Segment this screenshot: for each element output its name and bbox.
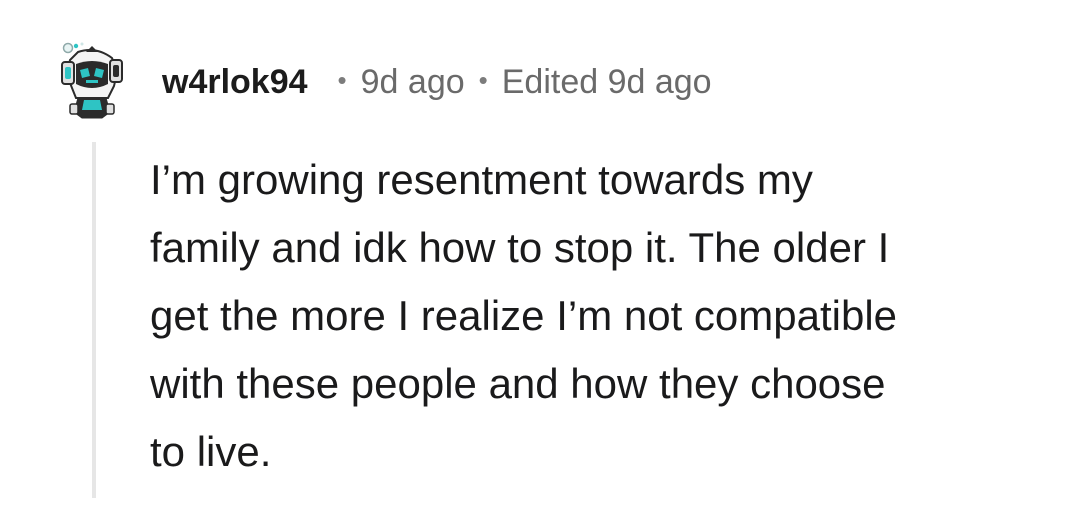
comment-body-line: family and idk how to stop it. The older…: [150, 224, 890, 271]
timestamp[interactable]: 9d ago: [361, 63, 465, 102]
user-avatar[interactable]: [56, 40, 128, 120]
meta-separator: •: [337, 64, 347, 95]
comment-body: I’m growing resentment towards my family…: [150, 146, 1030, 486]
meta-separator: •: [478, 64, 488, 95]
comment-body-line: get the more I realize I’m not compatibl…: [150, 292, 898, 339]
robot-avatar-icon: [61, 42, 123, 119]
edited-label: Edited 9d ago: [501, 62, 712, 101]
comment-meta: w4rlok94 • 9d ago • Edited 9d ago: [162, 56, 712, 108]
comment-body-line: to live.: [150, 428, 272, 475]
thread-collapse-line[interactable]: [92, 142, 96, 498]
comment: w4rlok94 • 9d ago • Edited 9d ago I’m gr…: [0, 0, 1080, 506]
comment-body-line: I’m growing resentment towards my: [150, 156, 813, 203]
comment-body-line: with these people and how they choose: [150, 360, 886, 407]
username-link[interactable]: w4rlok94: [162, 63, 308, 102]
